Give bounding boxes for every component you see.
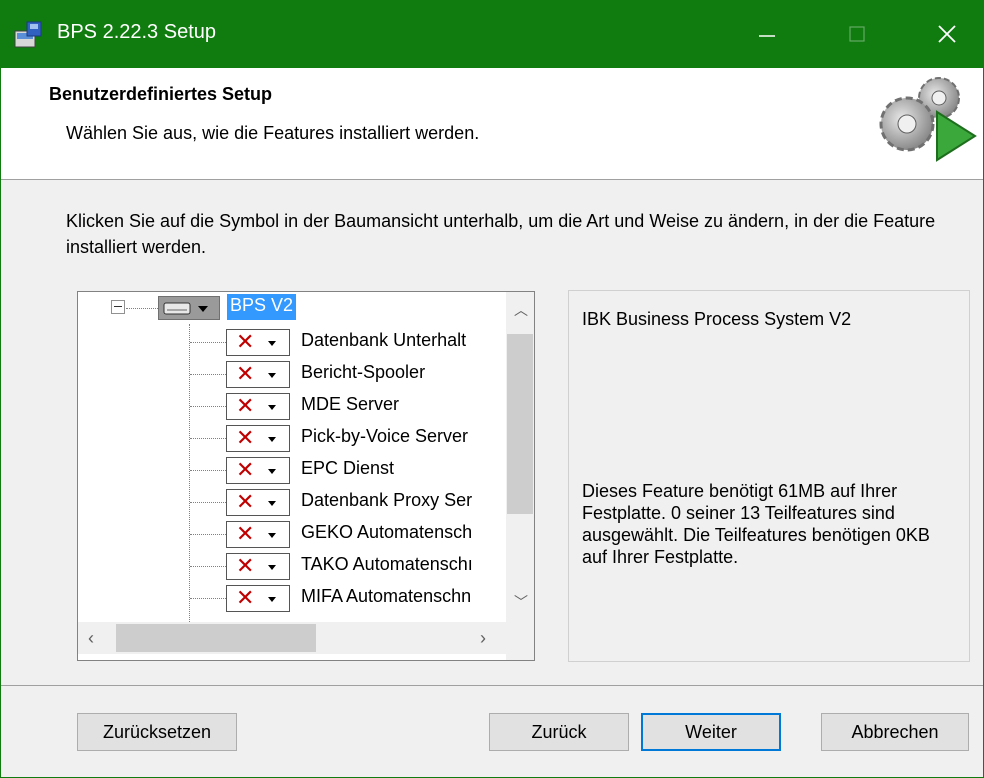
tree-item-label[interactable]: TAKO Automatenschı <box>301 554 473 575</box>
maximize-button <box>822 1 892 68</box>
feature-state-dropdown[interactable]: ✕ <box>226 361 290 388</box>
x-icon: ✕ <box>236 521 255 546</box>
x-icon: ✕ <box>236 393 255 418</box>
tree-item-label[interactable]: Datenbank Unterhalt <box>301 330 466 351</box>
scroll-right-icon[interactable]: › <box>480 628 486 649</box>
title-bar[interactable]: BPS 2.22.3 Setup <box>1 1 983 68</box>
feature-state-dropdown[interactable]: ✕ <box>226 457 290 484</box>
tree-line <box>190 502 226 503</box>
x-icon: ✕ <box>236 329 255 354</box>
tree-item[interactable]: ✕ Datenbank Proxy Ser <box>78 486 506 518</box>
tree-item-label[interactable]: MIFA Automatenschn <box>301 586 471 607</box>
tree-line <box>190 470 226 471</box>
feature-name: IBK Business Process System V2 <box>582 309 852 329</box>
feature-tree-content: BPS V2 ✕ Datenbank Unterhalt ✕ Bericht-S… <box>78 292 506 622</box>
tree-item[interactable]: ✕ Pick-by-Voice Server <box>78 422 506 454</box>
reset-button[interactable]: Zurücksetzen <box>77 713 237 751</box>
scroll-left-icon[interactable]: ‹ <box>88 628 94 649</box>
tree-item-label[interactable]: Datenbank Proxy Ser <box>301 490 472 511</box>
vertical-scrollbar[interactable]: ︿ ﹀ <box>506 292 534 622</box>
tree-line <box>190 534 226 535</box>
tree-line <box>190 598 226 599</box>
chevron-down-icon <box>268 341 276 346</box>
header-banner: Benutzerdefiniertes Setup Wählen Sie aus… <box>1 68 983 180</box>
tree-item[interactable]: ✕ EPC Dienst <box>78 454 506 486</box>
scroll-down-icon[interactable]: ﹀ <box>514 592 528 612</box>
tree-item-label[interactable]: Bericht-Spooler <box>301 362 425 383</box>
gears-play-icon <box>879 77 977 162</box>
vertical-scroll-thumb[interactable] <box>507 334 533 514</box>
feature-state-dropdown[interactable]: ✕ <box>226 585 290 612</box>
feature-state-dropdown[interactable]: ✕ <box>226 553 290 580</box>
tree-line <box>126 308 158 309</box>
tree-item[interactable]: ✕ Datenbank Unterhalt <box>78 326 506 358</box>
tree-root-row[interactable]: BPS V2 <box>78 292 506 324</box>
window-title: BPS 2.22.3 Setup <box>57 21 217 43</box>
x-icon: ✕ <box>236 361 255 386</box>
tree-root-label[interactable]: BPS V2 <box>227 294 297 320</box>
feature-tree[interactable]: BPS V2 ✕ Datenbank Unterhalt ✕ Bericht-S… <box>77 291 535 661</box>
tree-line <box>190 406 226 407</box>
harddrive-drop-icon <box>163 302 208 315</box>
x-icon: ✕ <box>236 553 255 578</box>
x-icon: ✕ <box>236 457 255 482</box>
chevron-down-icon <box>268 597 276 602</box>
collapse-icon[interactable] <box>111 300 125 314</box>
chevron-down-icon <box>268 469 276 474</box>
feature-description: Dieses Feature benötigt 61MB auf Ihrer F… <box>582 481 930 567</box>
chevron-down-icon <box>268 373 276 378</box>
tree-item[interactable]: ✕ MDE Server <box>78 390 506 422</box>
chevron-down-icon <box>268 405 276 410</box>
page-subtitle: Wählen Sie aus, wie die Features install… <box>66 123 480 143</box>
tree-line <box>190 342 226 343</box>
feature-state-dropdown[interactable]: ✕ <box>226 329 290 356</box>
tree-item[interactable]: ✕ TAKO Automatenschı <box>78 550 506 582</box>
next-button[interactable]: Weiter <box>641 713 781 751</box>
page-title: Benutzerdefiniertes Setup <box>49 84 273 104</box>
feature-state-dropdown[interactable]: ✕ <box>226 425 290 452</box>
chevron-down-icon <box>268 565 276 570</box>
tree-line <box>190 566 226 567</box>
cancel-button[interactable]: Abbrechen <box>821 713 969 751</box>
tree-item-label[interactable]: GEKO Automatensch <box>301 522 472 543</box>
tree-item-label[interactable]: MDE Server <box>301 394 399 415</box>
x-icon: ✕ <box>236 489 255 514</box>
x-icon: ✕ <box>236 425 255 450</box>
maximize-icon <box>849 26 865 42</box>
chevron-down-icon <box>268 533 276 538</box>
harddrive-icon[interactable] <box>158 296 220 320</box>
divider <box>1 685 983 686</box>
scroll-up-icon[interactable]: ︿ <box>514 300 528 320</box>
close-button[interactable] <box>912 1 982 68</box>
feature-info-panel: IBK Business Process System V2 Dieses Fe… <box>568 290 970 662</box>
feature-state-dropdown[interactable]: ✕ <box>226 393 290 420</box>
tree-item-label[interactable]: EPC Dienst <box>301 458 394 479</box>
tree-line <box>190 374 226 375</box>
feature-state-dropdown[interactable]: ✕ <box>226 521 290 548</box>
chevron-down-icon <box>268 501 276 506</box>
close-icon <box>938 25 956 43</box>
horizontal-scrollbar[interactable]: ‹ › <box>78 622 506 654</box>
horizontal-scroll-thumb[interactable] <box>116 624 316 652</box>
minimize-button[interactable] <box>732 1 802 68</box>
feature-state-dropdown[interactable]: ✕ <box>226 489 290 516</box>
tree-line <box>190 438 226 439</box>
tree-item[interactable]: ✕ GEKO Automatensch <box>78 518 506 550</box>
chevron-down-icon <box>268 437 276 442</box>
minimize-icon <box>759 35 775 37</box>
tree-item[interactable]: ✕ Bericht-Spooler <box>78 358 506 390</box>
back-button[interactable]: Zurück <box>489 713 629 751</box>
setup-window: BPS 2.22.3 Setup Benutzerdefiniertes Set… <box>0 0 984 778</box>
installer-icon <box>14 21 42 48</box>
tree-item-label[interactable]: Pick-by-Voice Server <box>301 426 468 447</box>
instructions-text: Klicken Sie auf die Symbol in der Bauman… <box>66 211 936 257</box>
scrollbar-corner <box>506 622 534 660</box>
tree-item[interactable]: ✕ MIFA Automatenschn <box>78 582 506 614</box>
x-icon: ✕ <box>236 585 255 610</box>
